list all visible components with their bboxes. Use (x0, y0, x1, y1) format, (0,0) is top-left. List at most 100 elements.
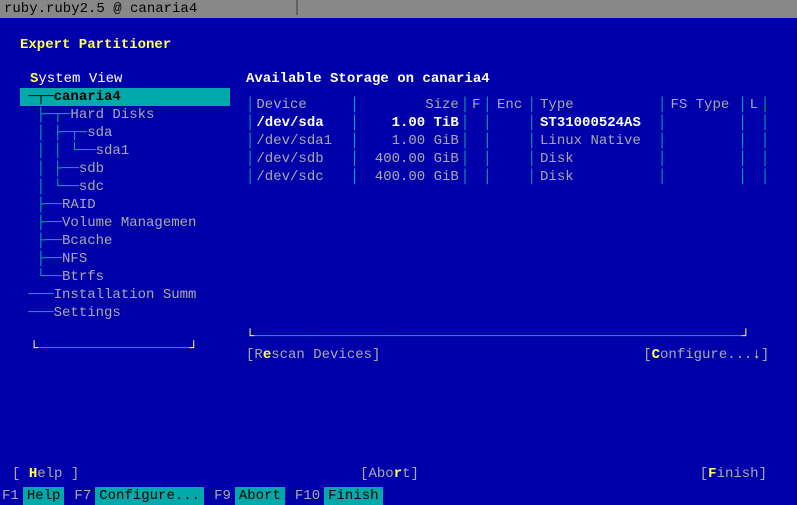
function-key-bar: F1Help F7Configure... F9Abort F10Finish (0, 487, 797, 505)
col-device: /dev/sda1 (254, 132, 350, 150)
fkey-label: Finish (324, 487, 382, 505)
tree-item-label: NFS (62, 251, 87, 267)
storage-title: Available Storage on canaria4 (246, 70, 769, 88)
fkey-f10[interactable]: F10Finish (295, 487, 383, 505)
tree-branch-icon: ├── (20, 233, 62, 249)
tree-branch-icon: ├── (20, 251, 62, 267)
tree-item[interactable]: │ │ └──sda1 (20, 142, 230, 160)
table-actions: [Rescan Devices] [Configure...↓] (246, 346, 769, 364)
tree-item[interactable]: │ └──sdc (20, 178, 230, 196)
tree-item-label: RAID (62, 197, 96, 213)
page-title: Expert Partitioner (0, 18, 797, 54)
col-size: 1.00 TiB (359, 114, 461, 132)
abort-button[interactable]: [Abort] (360, 465, 419, 483)
col-enc (492, 114, 528, 132)
tree-item-label: Installation Summ (54, 287, 197, 303)
fkey-key: F7 (74, 487, 95, 505)
tree-item[interactable]: │ ├─┬─sda (20, 124, 230, 142)
tree-item[interactable]: ───Settings (20, 304, 230, 322)
fkey-f7[interactable]: F7Configure... (74, 487, 204, 505)
tree-branch-icon: │ │ └── (20, 143, 96, 159)
fkey-label: Abort (235, 487, 285, 505)
tree-item[interactable]: └──Btrfs (20, 268, 230, 286)
col-fstype (666, 132, 738, 150)
tree-item[interactable]: ├──Bcache (20, 232, 230, 250)
tree-branch-icon: ├─┬─ (20, 107, 70, 123)
col-device: /dev/sdc (254, 168, 350, 186)
col-f (469, 132, 483, 150)
table-row[interactable]: │/dev/sdb│400.00 GiB│││Disk│││ (246, 150, 769, 168)
tree-item-label: sda (87, 125, 112, 141)
col-device: /dev/sda (254, 114, 350, 132)
tree-item-label: sda1 (96, 143, 130, 159)
fkey-f9[interactable]: F9Abort (214, 487, 285, 505)
fkey-f1[interactable]: F1Help (2, 487, 64, 505)
main-area: System View ─┬─canaria4 ├─┬─Hard Disks │… (0, 54, 797, 364)
tree-item[interactable]: ├──Volume Managemen (20, 214, 230, 232)
fkey-label: Configure... (95, 487, 204, 505)
col-f (469, 150, 483, 168)
left-scrollbar[interactable]: └──────────────────┘ (20, 340, 230, 358)
col-fstype (666, 114, 738, 132)
col-f (469, 114, 483, 132)
tree-item[interactable]: │ ├──sdb (20, 160, 230, 178)
col-l (747, 168, 761, 186)
tree-item[interactable]: ─┬─canaria4 (20, 88, 230, 106)
fkey-label: Help (23, 487, 65, 505)
tree-item-label: Btrfs (62, 269, 104, 285)
footer-buttons: [ Help ] [Abort] [Finish] (0, 465, 797, 483)
col-l (747, 114, 761, 132)
table-header-row: │Device │Size │F │Enc │Type │FS Type │L … (246, 96, 769, 114)
col-type: Disk (536, 168, 658, 186)
tree-item[interactable]: ───Installation Summ (20, 286, 230, 304)
storage-panel: Available Storage on canaria4 │Device │S… (230, 70, 769, 364)
col-device: Device (254, 96, 350, 114)
help-button[interactable]: [ Help ] (12, 465, 79, 483)
tree-branch-icon: ├── (20, 215, 62, 231)
tree-item-label: Hard Disks (70, 107, 154, 123)
col-fstype (666, 150, 738, 168)
tree-item[interactable]: ├─┬─Hard Disks (20, 106, 230, 124)
tree-branch-icon: │ ├── (20, 161, 79, 177)
table-row[interactable]: │/dev/sdc│400.00 GiB│││Disk│││ (246, 168, 769, 186)
col-enc (492, 168, 528, 186)
configure-button[interactable]: [Configure...↓] (643, 346, 769, 364)
tree-branch-icon: ─── (20, 305, 54, 321)
chevron-down-icon: ↓ (752, 347, 760, 363)
storage-table[interactable]: │Device │Size │F │Enc │Type │FS Type │L … (246, 96, 769, 186)
tree-branch-icon: ─── (20, 287, 54, 303)
col-enc (492, 132, 528, 150)
finish-button[interactable]: [Finish] (700, 465, 767, 483)
tree-item-label: Settings (54, 305, 121, 321)
window-titlebar: ruby.ruby2.5 @ canaria4 ⎸ (0, 0, 797, 18)
fkey-key: F9 (214, 487, 235, 505)
col-fstype: FS Type (666, 96, 738, 114)
col-size: 1.00 GiB (359, 132, 461, 150)
col-size: 400.00 GiB (359, 168, 461, 186)
table-row[interactable]: │/dev/sda│1.00 TiB│││ST31000524AS│││ (246, 114, 769, 132)
tree-branch-icon: └── (20, 269, 62, 285)
tree-branch-icon: ─┬─ (20, 89, 54, 105)
col-f: F (469, 96, 483, 114)
right-scrollbar[interactable]: └───────────────────────────────────────… (246, 186, 769, 346)
col-type: Disk (536, 150, 658, 168)
system-view-title: System View (20, 70, 230, 88)
col-type: Linux Native (536, 132, 658, 150)
col-enc: Enc (492, 96, 528, 114)
cursor-icon: ⎸ (296, 0, 316, 16)
tree-item-label: sdc (79, 179, 104, 195)
device-tree[interactable]: ─┬─canaria4 ├─┬─Hard Disks │ ├─┬─sda │ │… (20, 88, 230, 322)
fkey-key: F10 (295, 487, 324, 505)
tree-branch-icon: │ ├─┬─ (20, 125, 87, 141)
tree-item[interactable]: ├──NFS (20, 250, 230, 268)
col-type: Type (536, 96, 658, 114)
system-view-panel: System View ─┬─canaria4 ├─┬─Hard Disks │… (20, 70, 230, 364)
col-size: Size (359, 96, 461, 114)
tree-item[interactable]: ├──RAID (20, 196, 230, 214)
col-type: ST31000524AS (536, 114, 658, 132)
rescan-devices-button[interactable]: [Rescan Devices] (246, 346, 380, 364)
table-row[interactable]: │/dev/sda1│1.00 GiB│││Linux Native│││ (246, 132, 769, 150)
tree-item-label: Volume Managemen (62, 215, 196, 231)
tree-branch-icon: ├── (20, 197, 62, 213)
col-fstype (666, 168, 738, 186)
